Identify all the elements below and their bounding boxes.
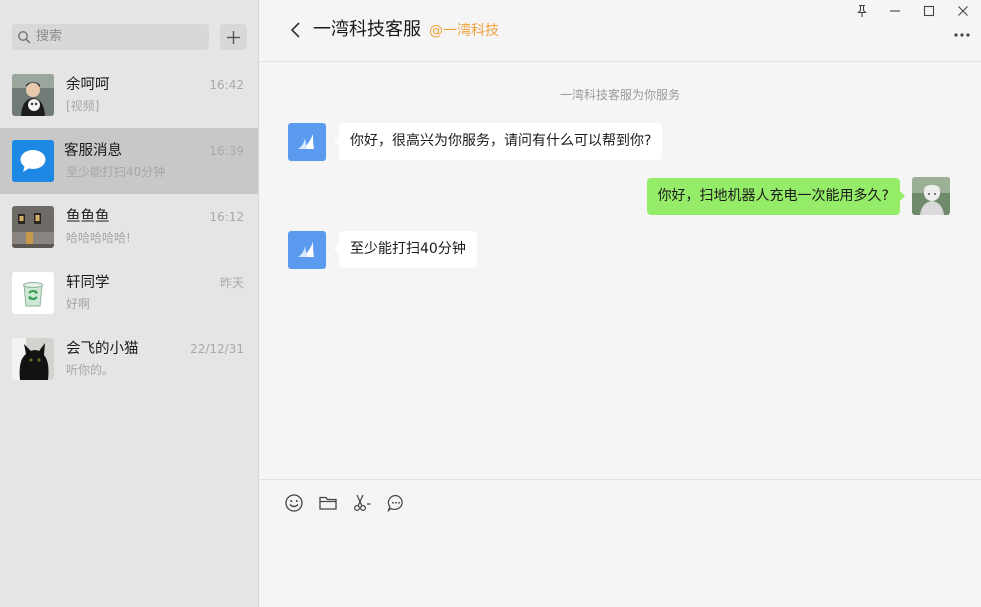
minimize-icon[interactable] — [887, 4, 903, 18]
conversation-item[interactable]: 余呵呵 16:42 [视频] — [0, 62, 258, 128]
conversation-item[interactable]: 会飞的小猫 22/12/31 听你的。 — [0, 326, 258, 392]
conversation-item[interactable]: 客服消息 16:39 至少能打扫40分钟 — [0, 128, 258, 194]
incoming-message[interactable]: 你好，很高兴为你服务，请问有什么可以帮到你? — [333, 123, 663, 160]
folder-icon[interactable] — [318, 493, 338, 513]
conversation-name: 余呵呵 — [66, 77, 110, 93]
chat-subtitle[interactable]: @一湾科技 — [429, 23, 499, 40]
back-arrow-icon[interactable] — [289, 21, 303, 39]
conversation-preview: 哈哈哈哈哈! — [66, 231, 131, 245]
recycle-bin-avatar — [12, 272, 54, 314]
conversation-time: 16:42 — [209, 78, 244, 92]
service-avatar[interactable] — [288, 123, 326, 161]
plus-icon — [227, 31, 240, 44]
conversation-name: 轩同学 — [66, 275, 110, 291]
chat-panel: 一湾科技客服 @一湾科技 一湾科技客服为你服务 你好，很高兴为你服务，请问有什么 — [259, 0, 981, 607]
conversation-time: 16:39 — [209, 144, 244, 158]
conversation-time: 22/12/31 — [190, 342, 244, 356]
search-row: 搜索 — [12, 24, 247, 50]
conversation-preview: 至少能打扫40分钟 — [66, 165, 166, 179]
close-icon[interactable] — [955, 4, 971, 18]
person-photo-avatar — [12, 74, 54, 116]
black-cat-avatar — [12, 338, 54, 380]
incoming-message[interactable]: 至少能打扫40分钟 — [334, 231, 477, 268]
conversation-list: 余呵呵 16:42 [视频] 客服消息 16:39 至少能打扫40分钟 鱼鱼鱼 … — [0, 62, 258, 392]
conversation-preview: 听你的。 — [66, 363, 115, 377]
maximize-icon[interactable] — [921, 4, 937, 18]
add-button[interactable] — [220, 24, 247, 50]
service-avatar[interactable] — [288, 231, 326, 269]
room-photo-avatar — [12, 206, 54, 248]
scissors-icon[interactable] — [352, 493, 372, 513]
conversation-time: 16:12 — [209, 210, 244, 224]
chat-title: 一湾科技客服 — [313, 19, 421, 40]
more-options-icon[interactable] — [953, 30, 971, 40]
conversation-name: 鱼鱼鱼 — [66, 209, 110, 225]
outgoing-message[interactable]: 你好，扫地机器人充电一次能用多久? — [646, 178, 906, 215]
conversation-preview: [视频] — [66, 99, 100, 113]
conversation-name: 客服消息 — [64, 143, 122, 159]
chat-history-icon[interactable] — [386, 493, 406, 513]
sidebar: 搜索 余呵呵 16:42 [视频] 客服消息 16:39 至少能打扫40分钟 鱼… — [0, 0, 259, 607]
pin-icon[interactable] — [854, 4, 870, 18]
conversation-time: 昨天 — [219, 276, 244, 290]
system-note: 一湾科技客服为你服务 — [559, 88, 680, 102]
conversation-item[interactable]: 轩同学 昨天 好啊 — [0, 260, 258, 326]
user-avatar[interactable] — [912, 177, 950, 215]
conversation-name: 会飞的小猫 — [66, 341, 139, 357]
message-composer[interactable] — [259, 479, 981, 607]
search-input[interactable]: 搜索 — [12, 24, 209, 50]
search-icon — [18, 31, 31, 44]
chat-header: 一湾科技客服 @一湾科技 — [259, 0, 981, 62]
emoji-icon[interactable] — [284, 493, 304, 513]
search-placeholder: 搜索 — [36, 29, 63, 44]
conversation-item[interactable]: 鱼鱼鱼 16:12 哈哈哈哈哈! — [0, 194, 258, 260]
chat-bubble-icon — [12, 140, 54, 182]
conversation-preview: 好啊 — [66, 297, 91, 311]
